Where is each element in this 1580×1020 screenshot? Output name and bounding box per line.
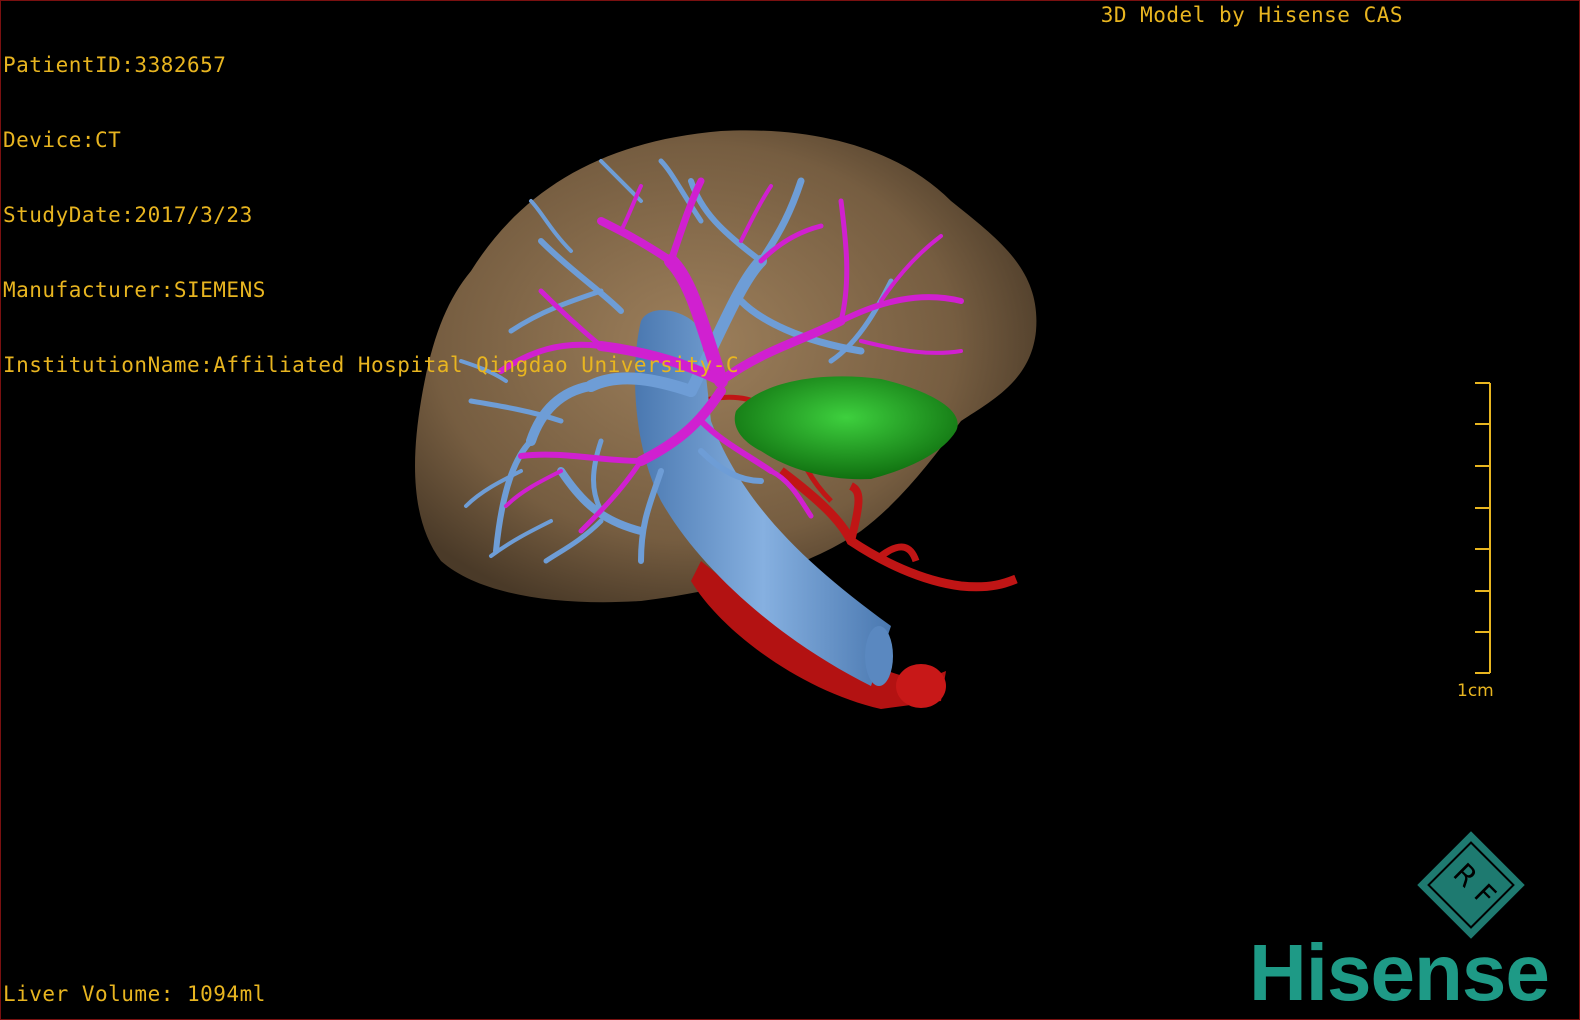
hisense-logo: Hisense <box>1249 928 1550 1017</box>
study-date: StudyDate:2017/3/23 <box>3 203 253 227</box>
institution-name: InstitutionName:Affiliated Hospital Qing… <box>3 353 740 377</box>
3d-viewport[interactable]: PatientID:3382657 Device:CT StudyDate:20… <box>0 0 1580 1020</box>
model-title: 3D Model by Hisense CAS <box>1100 3 1403 27</box>
device: Device:CT <box>3 128 122 152</box>
dicom-info-overlay: PatientID:3382657 Device:CT StudyDate:20… <box>3 3 739 428</box>
scale-bar <box>1475 382 1491 674</box>
patient-id: PatientID:3382657 <box>3 53 227 77</box>
liver-volume: Liver Volume: 1094ml <box>3 982 266 1006</box>
manufacturer: Manufacturer:SIEMENS <box>3 278 266 302</box>
scale-bar-label: 1cm <box>1457 681 1494 701</box>
